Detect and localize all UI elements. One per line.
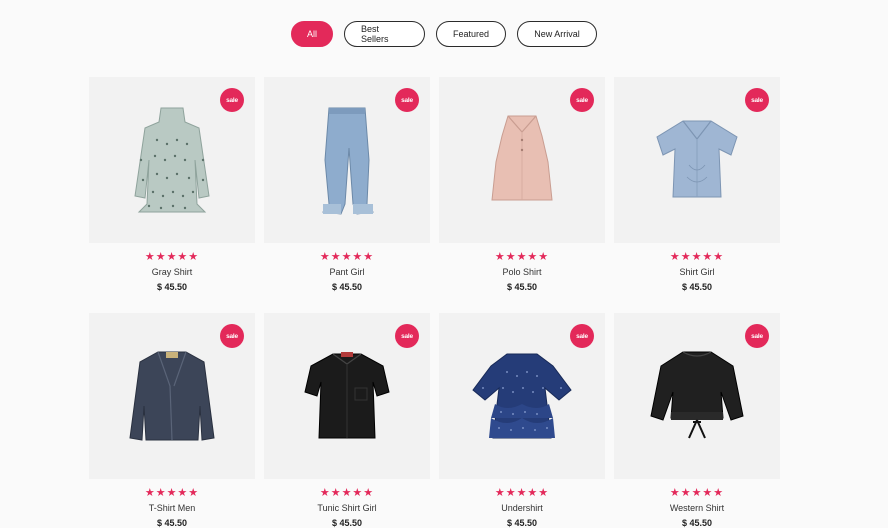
product-name[interactable]: Shirt Girl xyxy=(614,267,780,277)
product-card[interactable]: sale ★★★★★ Undershirt $ 45.50 xyxy=(439,313,605,528)
sale-badge: sale xyxy=(570,324,594,348)
product-card[interactable]: sale ★★★★★ T-Shirt Men $ 45.50 xyxy=(89,313,255,528)
blouse-icon xyxy=(134,107,210,213)
product-card[interactable]: sale ★★★★★ Shirt Girl $ 45.50 xyxy=(614,77,780,309)
product-name[interactable]: Gray Shirt xyxy=(89,267,255,277)
product-name[interactable]: Tunic Shirt Girl xyxy=(264,503,430,513)
rating-stars: ★★★★★ xyxy=(494,487,550,499)
filter-new-arrival-button[interactable]: New Arrival xyxy=(517,21,597,47)
product-card[interactable]: sale ★★★★★ Polo Shirt $ 45.50 xyxy=(439,77,605,309)
rating-stars: ★★★★★ xyxy=(669,487,725,499)
rating-stars: ★★★★★ xyxy=(319,251,375,263)
product-image[interactable]: sale xyxy=(89,313,255,479)
product-price: $ 45.50 xyxy=(331,518,363,528)
filter-featured-button[interactable]: Featured xyxy=(436,21,506,47)
product-price: $ 45.50 xyxy=(156,282,188,292)
rating-stars: ★★★★★ xyxy=(494,251,550,263)
product-grid: sale ★★★★★ Gray Shirt $ 45.50 sale ★★★★★… xyxy=(89,77,780,528)
rating-stars: ★★★★★ xyxy=(319,487,375,499)
product-price: $ 45.50 xyxy=(681,282,713,292)
product-price: $ 45.50 xyxy=(506,518,538,528)
product-price: $ 45.50 xyxy=(331,282,363,292)
halter-top-icon xyxy=(491,115,553,201)
product-card[interactable]: sale ★★★★★ Tunic Shirt Girl $ 45.50 xyxy=(264,313,430,528)
product-name[interactable]: Pant Girl xyxy=(264,267,430,277)
jeans-icon xyxy=(322,107,374,215)
sale-badge: sale xyxy=(745,88,769,112)
sale-badge: sale xyxy=(395,324,419,348)
sale-badge: sale xyxy=(395,88,419,112)
filter-bar: All Best Sellers Featured New Arrival xyxy=(0,21,888,47)
product-name[interactable]: Polo Shirt xyxy=(439,267,605,277)
product-price: $ 45.50 xyxy=(681,518,713,528)
product-name[interactable]: T-Shirt Men xyxy=(89,503,255,513)
product-image[interactable]: sale xyxy=(264,313,430,479)
filter-all-button[interactable]: All xyxy=(291,21,333,47)
sale-badge: sale xyxy=(220,88,244,112)
sale-badge: sale xyxy=(220,324,244,348)
product-image[interactable]: sale xyxy=(264,77,430,243)
product-card[interactable]: sale ★★★★★ Gray Shirt $ 45.50 xyxy=(89,77,255,309)
product-image[interactable]: sale xyxy=(439,77,605,243)
rating-stars: ★★★★★ xyxy=(669,251,725,263)
crop-top-icon xyxy=(656,120,738,198)
sale-badge: sale xyxy=(570,88,594,112)
product-price: $ 45.50 xyxy=(156,518,188,528)
product-image[interactable]: sale xyxy=(614,313,780,479)
sale-badge: sale xyxy=(745,324,769,348)
product-image[interactable]: sale xyxy=(89,77,255,243)
product-image[interactable]: sale xyxy=(439,313,605,479)
black-shirt-icon xyxy=(304,352,390,439)
ruffle-top-icon xyxy=(472,353,572,439)
product-card[interactable]: sale ★★★★★ Western Shirt $ 45.50 xyxy=(614,313,780,528)
rating-stars: ★★★★★ xyxy=(144,251,200,263)
filter-best-sellers-button[interactable]: Best Sellers xyxy=(344,21,425,47)
batwing-top-icon xyxy=(650,351,744,439)
product-name[interactable]: Western Shirt xyxy=(614,503,780,513)
product-card[interactable]: sale ★★★★★ Pant Girl $ 45.50 xyxy=(264,77,430,309)
blazer-icon xyxy=(129,351,215,441)
product-name[interactable]: Undershirt xyxy=(439,503,605,513)
product-price: $ 45.50 xyxy=(506,282,538,292)
rating-stars: ★★★★★ xyxy=(144,487,200,499)
product-image[interactable]: sale xyxy=(614,77,780,243)
